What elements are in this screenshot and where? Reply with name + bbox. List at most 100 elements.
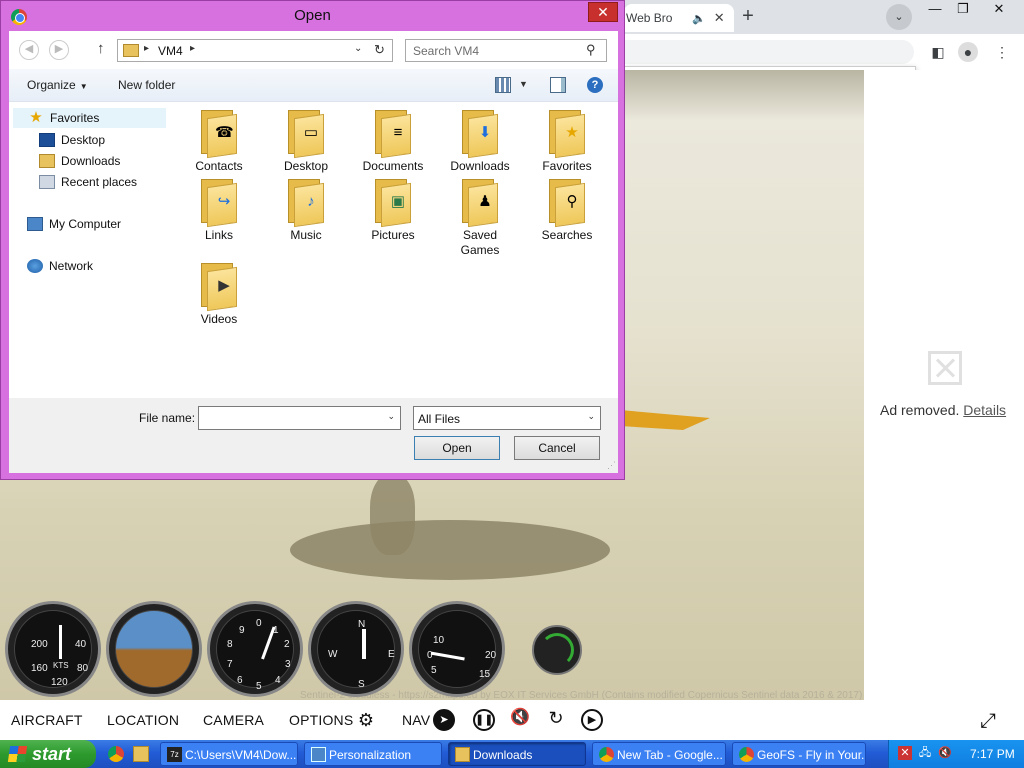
ad-details-link[interactable]: Details: [963, 402, 1006, 418]
reset-icon[interactable]: ↻: [545, 709, 567, 731]
chevron-down-icon[interactable]: ⌄: [587, 411, 595, 422]
organize-button[interactable]: Organize ▼: [27, 78, 88, 92]
omnibox[interactable]: [624, 40, 914, 64]
refresh-icon[interactable]: ↻: [374, 42, 385, 58]
gauge-mark: 8: [227, 639, 233, 650]
security-alert-icon[interactable]: ✕: [898, 746, 912, 760]
folder-pictures[interactable]: ▣ Pictures: [350, 177, 436, 243]
gauge-needle: [261, 626, 276, 660]
profile-avatar[interactable]: ●: [958, 42, 978, 62]
file-name-combobox[interactable]: ⌄: [198, 406, 401, 430]
network-tray-icon[interactable]: 🖧: [918, 746, 932, 760]
address-bar[interactable]: ▸ VM4 ▸ ⌄ ↻: [117, 39, 393, 62]
folder-downloads[interactable]: ⬇ Downloads: [437, 108, 523, 174]
file-name-input[interactable]: [199, 407, 381, 429]
folder-searches[interactable]: ⚲ Searches: [524, 177, 610, 243]
folder-favorites[interactable]: ★ Favorites: [524, 108, 610, 174]
resize-grip-icon[interactable]: ⋰: [607, 460, 616, 471]
dialog-footer: File name: ⌄ All Files ⌄ Open Cancel ⋰: [9, 398, 618, 473]
start-label: start: [32, 744, 72, 764]
chrome-icon: [739, 747, 754, 762]
forward-button[interactable]: ▶: [49, 40, 69, 60]
file-type-select[interactable]: All Files ⌄: [413, 406, 601, 430]
fullscreen-icon[interactable]: ⤢: [980, 710, 996, 733]
altimeter-gauge: 9 0 1 2 3 4 5 6 7 8: [207, 601, 303, 697]
help-icon[interactable]: ?: [587, 77, 603, 93]
menu-aircraft[interactable]: AIRCRAFT: [11, 712, 83, 728]
menu-options[interactable]: OPTIONS: [289, 712, 353, 728]
back-button[interactable]: ◀: [19, 40, 39, 60]
chevron-down-icon[interactable]: ⌄: [387, 411, 395, 422]
more-menu-icon[interactable]: ⋮: [992, 42, 1012, 62]
nav-item-label: My Computer: [49, 217, 122, 231]
chrome-quicklaunch-icon[interactable]: [108, 746, 124, 762]
open-button[interactable]: Open: [414, 436, 500, 460]
gauge-face: 9 0 1 2 3 4 5 6 7 8: [216, 610, 294, 692]
heading-indicator: N E S W: [308, 601, 404, 697]
chevron-down-icon[interactable]: ⌄: [354, 43, 362, 54]
nav-item-favorites[interactable]: ★ Favorites: [13, 108, 166, 128]
gear-icon[interactable]: ⚙: [355, 709, 377, 731]
window-close-button[interactable]: ✕: [984, 0, 1014, 20]
nav-item-desktop[interactable]: Desktop: [39, 130, 105, 150]
contacts-badge-icon: ☎: [215, 124, 234, 141]
tab-close-icon[interactable]: ✕: [714, 10, 725, 26]
search-input[interactable]: [406, 40, 582, 61]
star-icon: ★: [29, 109, 43, 126]
menu-location[interactable]: LOCATION: [107, 712, 179, 728]
browser-tab[interactable]: Web Bro 🔈 ✕: [624, 4, 734, 32]
pause-icon[interactable]: ❚❚: [473, 709, 495, 731]
nav-item-downloads[interactable]: Downloads: [39, 151, 120, 171]
restore-button[interactable]: ❐: [948, 0, 978, 20]
explorer-quicklaunch-icon[interactable]: [133, 746, 149, 762]
nav-item-my-computer[interactable]: My Computer: [27, 214, 121, 234]
taskbar-item-geofs[interactable]: GeoFS - Fly in Your...: [732, 742, 866, 766]
minimize-button[interactable]: —: [920, 0, 950, 20]
compass-icon[interactable]: ➤: [433, 709, 455, 731]
view-options-caret-icon[interactable]: ▼: [519, 79, 528, 89]
folder-desktop[interactable]: ▭ Desktop: [263, 108, 349, 174]
side-panel-icon[interactable]: ◧: [928, 42, 948, 62]
breadcrumb-vm4[interactable]: VM4: [158, 44, 183, 58]
taskbar-item-personalization[interactable]: Personalization: [304, 742, 442, 766]
gauge-mark: 3: [285, 659, 291, 670]
search-icon[interactable]: ⚲: [586, 42, 596, 58]
dialog-titlebar[interactable]: Open ✕: [1, 1, 624, 31]
clock[interactable]: 7:17 PM: [970, 747, 1015, 761]
menu-camera[interactable]: CAMERA: [203, 712, 264, 728]
play-icon[interactable]: ▶: [581, 709, 603, 731]
folder-label: Downloads: [450, 159, 510, 173]
new-folder-button[interactable]: New folder: [118, 78, 175, 92]
folder-saved-games[interactable]: ♟ Saved Games: [437, 177, 523, 258]
dialog-close-button[interactable]: ✕: [588, 2, 618, 22]
chess-piece-icon: ♟: [478, 193, 492, 210]
folder-videos[interactable]: ▶ Videos: [176, 261, 262, 327]
breadcrumb-separator[interactable]: ▸: [190, 43, 195, 54]
search-box[interactable]: ⚲: [405, 39, 607, 62]
nav-item-recent-places[interactable]: Recent places: [39, 172, 137, 192]
new-tab-button[interactable]: +: [735, 5, 761, 29]
taskbar-item-7zip[interactable]: 7z C:\Users\VM4\Dow...: [160, 742, 298, 766]
folder-icon: ☎: [199, 108, 239, 159]
organize-label: Organize: [27, 78, 76, 92]
nav-item-network[interactable]: Network: [27, 256, 93, 276]
volume-muted-icon[interactable]: 🔇: [938, 746, 952, 760]
folder-links[interactable]: ↪ Links: [176, 177, 262, 243]
taskbar-item-new-tab[interactable]: New Tab - Google...: [592, 742, 726, 766]
mute-icon[interactable]: 🔇: [509, 709, 531, 731]
cancel-button[interactable]: Cancel: [514, 436, 600, 460]
up-arrow-icon[interactable]: ↑: [97, 40, 105, 57]
folder-contacts[interactable]: ☎ Contacts: [176, 108, 262, 174]
menu-nav[interactable]: NAV: [402, 712, 430, 728]
folder-label: Links: [204, 228, 233, 242]
folder-documents[interactable]: ≡ Documents: [350, 108, 436, 174]
speaker-icon[interactable]: 🔈: [692, 12, 706, 25]
gauge-mark: 0: [256, 618, 262, 629]
folder-music[interactable]: ♪ Music: [263, 177, 349, 243]
start-button[interactable]: start: [0, 740, 96, 768]
change-view-icon[interactable]: [495, 77, 511, 93]
preview-pane-icon[interactable]: [550, 77, 566, 93]
tab-search-button[interactable]: ⌄: [886, 4, 912, 30]
taskbar-item-downloads[interactable]: Downloads: [448, 742, 586, 766]
breadcrumb-separator[interactable]: ▸: [144, 43, 149, 54]
